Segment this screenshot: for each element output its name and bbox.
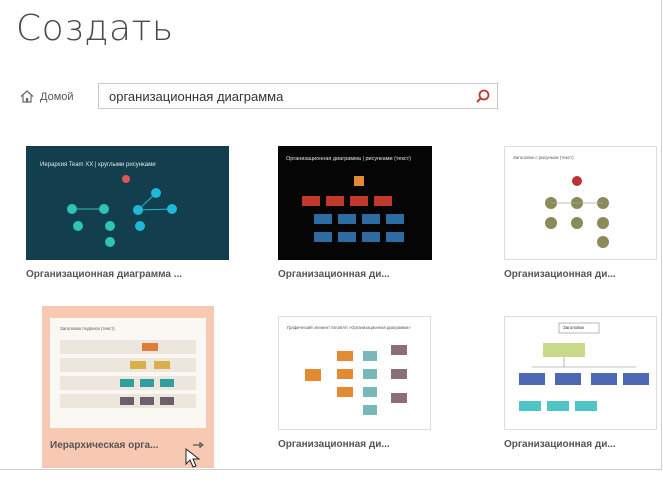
template-tile-5[interactable]: Графический элемент SmartArt «Организаци… — [272, 310, 490, 460]
template-tile-4[interactable]: Заголовок подписи (текст) Иерархическая … — [42, 306, 214, 468]
template-thumbnail: Заголовок подписи (текст) — [50, 318, 206, 428]
search-input[interactable] — [99, 84, 479, 108]
template-tile-1[interactable]: Иерархия Team XX | круглыми рисунками Ор… — [20, 140, 238, 290]
template-thumbnail: Заголовок с рисунком (текст) — [504, 146, 657, 260]
template-thumbnail: Заголовок — [504, 316, 657, 430]
template-caption: Организационная ди... — [278, 269, 390, 280]
search-icon[interactable] — [475, 88, 491, 104]
thumb-heading: Заголовок с рисунком (текст) — [513, 155, 574, 160]
template-caption: Организационная ди... — [278, 439, 390, 450]
template-thumbnail: Организационная диаграмма | рисунками (т… — [278, 146, 432, 260]
home-link[interactable]: Домой — [20, 90, 74, 103]
thumb-heading: Организационная диаграмма | рисунками (т… — [286, 156, 411, 162]
home-icon — [20, 90, 34, 103]
search-box[interactable] — [98, 83, 498, 109]
home-label: Домой — [40, 90, 74, 103]
thumb-heading: Иерархия Team XX | круглыми рисунками — [40, 162, 156, 168]
page-title: Создать — [16, 8, 174, 49]
template-thumbnail: Графический элемент SmartArt «Организаци… — [278, 316, 431, 430]
template-caption: Организационная ди... — [504, 269, 616, 280]
template-caption: Иерархическая орга... — [50, 440, 159, 451]
template-tile-3[interactable]: Заголовок с рисунком (текст) Организацио… — [498, 140, 658, 290]
template-tile-6[interactable]: Заголовок Организационная ди... — [498, 310, 658, 460]
template-caption: Организационная диаграмма ... — [26, 269, 183, 280]
template-thumbnail: Иерархия Team XX | круглыми рисунками — [26, 146, 229, 260]
thumb-heading: Заголовок подписи (текст) — [60, 326, 115, 331]
template-caption: Организационная ди... — [504, 439, 616, 450]
thumb-heading: Графический элемент SmartArt «Организаци… — [287, 325, 411, 330]
mouse-cursor-icon — [185, 448, 201, 468]
thumb-heading: Заголовок — [563, 325, 584, 330]
template-tile-2[interactable]: Организационная диаграмма | рисунками (т… — [272, 140, 490, 290]
